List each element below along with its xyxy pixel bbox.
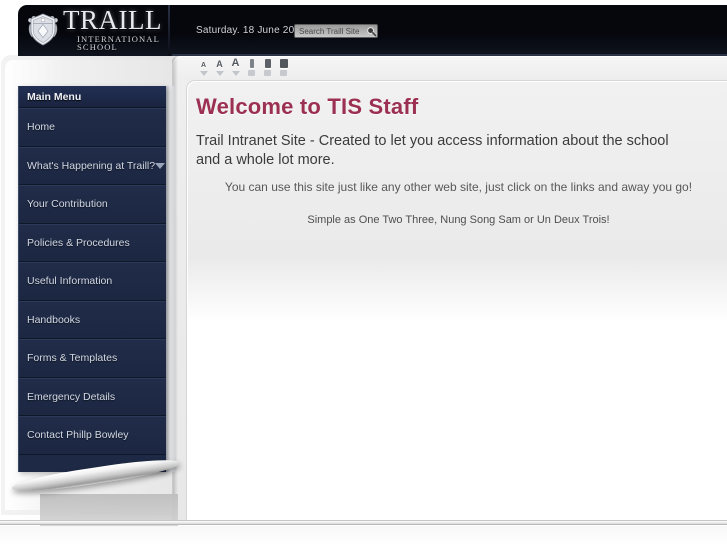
sidebar-right-edge bbox=[166, 86, 175, 472]
main-menu-sidebar: Main Menu Home What's Happening at Trail… bbox=[18, 86, 166, 472]
contrast-medium-icon bbox=[264, 59, 271, 68]
chevron-down-icon bbox=[215, 71, 224, 76]
logo-sub-text: INTERNATIONAL SCHOOL bbox=[77, 33, 160, 52]
accessibility-toolbar: A A A bbox=[198, 57, 289, 76]
sidebar-item-label: Handbooks bbox=[27, 313, 81, 326]
sidebar-item-contact-phillp-bowley[interactable]: Contact Phillp Bowley bbox=[19, 416, 166, 455]
main-menu-header: Main Menu bbox=[19, 86, 166, 108]
sidebar-item-useful-information[interactable]: Useful Information bbox=[19, 262, 166, 301]
font-size-medium-button[interactable]: A bbox=[214, 60, 225, 76]
search-input[interactable] bbox=[299, 26, 365, 36]
sidebar-item-label: What's Happening at Traill? bbox=[27, 159, 156, 172]
font-size-small-icon: A bbox=[200, 62, 207, 69]
sidebar-item-home[interactable]: Home bbox=[19, 108, 166, 147]
footer-divider bbox=[0, 520, 727, 525]
sidebar-item-handbooks[interactable]: Handbooks bbox=[19, 300, 166, 339]
sidebar-item-forms-templates[interactable]: Forms & Templates bbox=[19, 339, 166, 378]
intro-paragraph: Trail Intranet Site - Created to let you… bbox=[196, 133, 669, 168]
contrast-low-button[interactable] bbox=[246, 59, 257, 76]
site-search[interactable] bbox=[294, 24, 378, 38]
body-line-2: Simple as One Two Three, Nung Song Sam o… bbox=[307, 214, 610, 226]
sidebar-item-your-contribution[interactable]: Your Contribution bbox=[19, 185, 166, 224]
contrast-high-button[interactable] bbox=[278, 59, 289, 76]
swatch-icon bbox=[264, 70, 271, 76]
chevron-down-icon[interactable] bbox=[155, 162, 166, 169]
sidebar-item-label: Home bbox=[27, 121, 56, 134]
swatch-icon bbox=[248, 70, 255, 76]
chevron-down-icon bbox=[199, 71, 208, 76]
font-size-medium-icon: A bbox=[216, 59, 223, 69]
sidebar-item-label: Contact Phillp Bowley bbox=[27, 429, 129, 442]
footer bbox=[0, 526, 727, 545]
font-size-large-button[interactable]: A bbox=[230, 58, 241, 76]
sidebar-item-label: Emergency Details bbox=[27, 390, 116, 403]
current-date: Saturday. 18 June 2011 bbox=[196, 25, 306, 36]
sidebar-item-label: Useful Information bbox=[27, 275, 113, 288]
page-root: TRAILL INTERNATIONAL SCHOOL Saturday. 18… bbox=[0, 0, 727, 545]
sidebar-item-label: Your Contribution bbox=[27, 198, 108, 211]
swatch-icon bbox=[280, 70, 287, 76]
school-crest-icon bbox=[24, 10, 62, 48]
font-size-small-button[interactable]: A bbox=[198, 62, 209, 76]
sidebar-item-policies-procedures[interactable]: Policies & Procedures bbox=[19, 223, 166, 262]
body-line-1: You can use this site just like any othe… bbox=[224, 180, 693, 194]
page-title: Welcome to TIS Staff bbox=[196, 94, 419, 119]
sidebar-item-label: Policies & Procedures bbox=[27, 236, 130, 249]
logo-text-block: TRAILL INTERNATIONAL SCHOOL bbox=[63, 4, 170, 52]
sidebar-item-whats-happening[interactable]: What's Happening at Traill? bbox=[19, 146, 166, 185]
search-icon[interactable] bbox=[365, 25, 377, 37]
sidebar-item-emergency-details[interactable]: Emergency Details bbox=[19, 377, 166, 416]
font-size-large-icon: A bbox=[231, 57, 240, 69]
site-logo[interactable]: TRAILL INTERNATIONAL SCHOOL bbox=[24, 4, 170, 52]
contrast-medium-button[interactable] bbox=[262, 59, 273, 76]
chevron-down-icon bbox=[231, 71, 240, 76]
contrast-high-icon bbox=[279, 59, 288, 68]
sidebar-item-label: Forms & Templates bbox=[27, 352, 118, 365]
logo-main-text: TRAILL bbox=[63, 4, 162, 35]
contrast-low-icon bbox=[249, 59, 254, 68]
header-bottom-rule bbox=[172, 54, 727, 56]
